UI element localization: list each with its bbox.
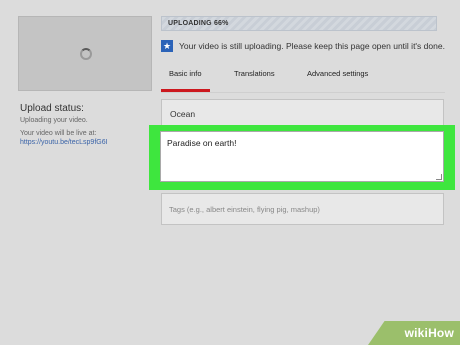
video-thumbnail — [18, 16, 152, 91]
tab-translations[interactable]: Translations — [234, 69, 275, 78]
upload-progress-bar: UPLOADING 66% — [161, 16, 437, 31]
wikihow-logo: wikiHow — [368, 321, 460, 345]
description-field[interactable]: Paradise on earth! — [160, 131, 444, 182]
wikihow-logo-text: wikiHow — [404, 326, 454, 340]
live-url-label: Your video will be live at: — [20, 130, 97, 137]
resize-handle[interactable] — [436, 174, 442, 180]
title-value: Ocean — [170, 109, 196, 119]
upload-status-title: Upload status: — [20, 103, 84, 114]
upload-status-text: Uploading your video. — [20, 117, 88, 124]
notice-text: Your video is still uploading. Please ke… — [179, 41, 445, 51]
title-field[interactable]: Ocean — [161, 99, 444, 126]
tab-basic-info[interactable]: Basic info — [169, 69, 202, 78]
tags-field[interactable]: Tags (e.g., albert einstein, flying pig,… — [161, 193, 444, 225]
upload-notice: ★ Your video is still uploading. Please … — [161, 39, 445, 53]
description-value: Paradise on earth! — [167, 138, 237, 148]
video-url-link[interactable]: https://youtu.be/tecLsp9fG6I — [20, 139, 108, 146]
tab-divider — [161, 92, 445, 93]
loading-spinner-icon — [80, 48, 92, 60]
tab-advanced-settings[interactable]: Advanced settings — [307, 69, 368, 78]
tags-placeholder: Tags (e.g., albert einstein, flying pig,… — [169, 205, 320, 214]
tab-bar: Basic info Translations Advanced setting… — [161, 60, 421, 92]
star-icon: ★ — [161, 40, 173, 52]
progress-label: UPLOADING 66% — [168, 20, 229, 27]
